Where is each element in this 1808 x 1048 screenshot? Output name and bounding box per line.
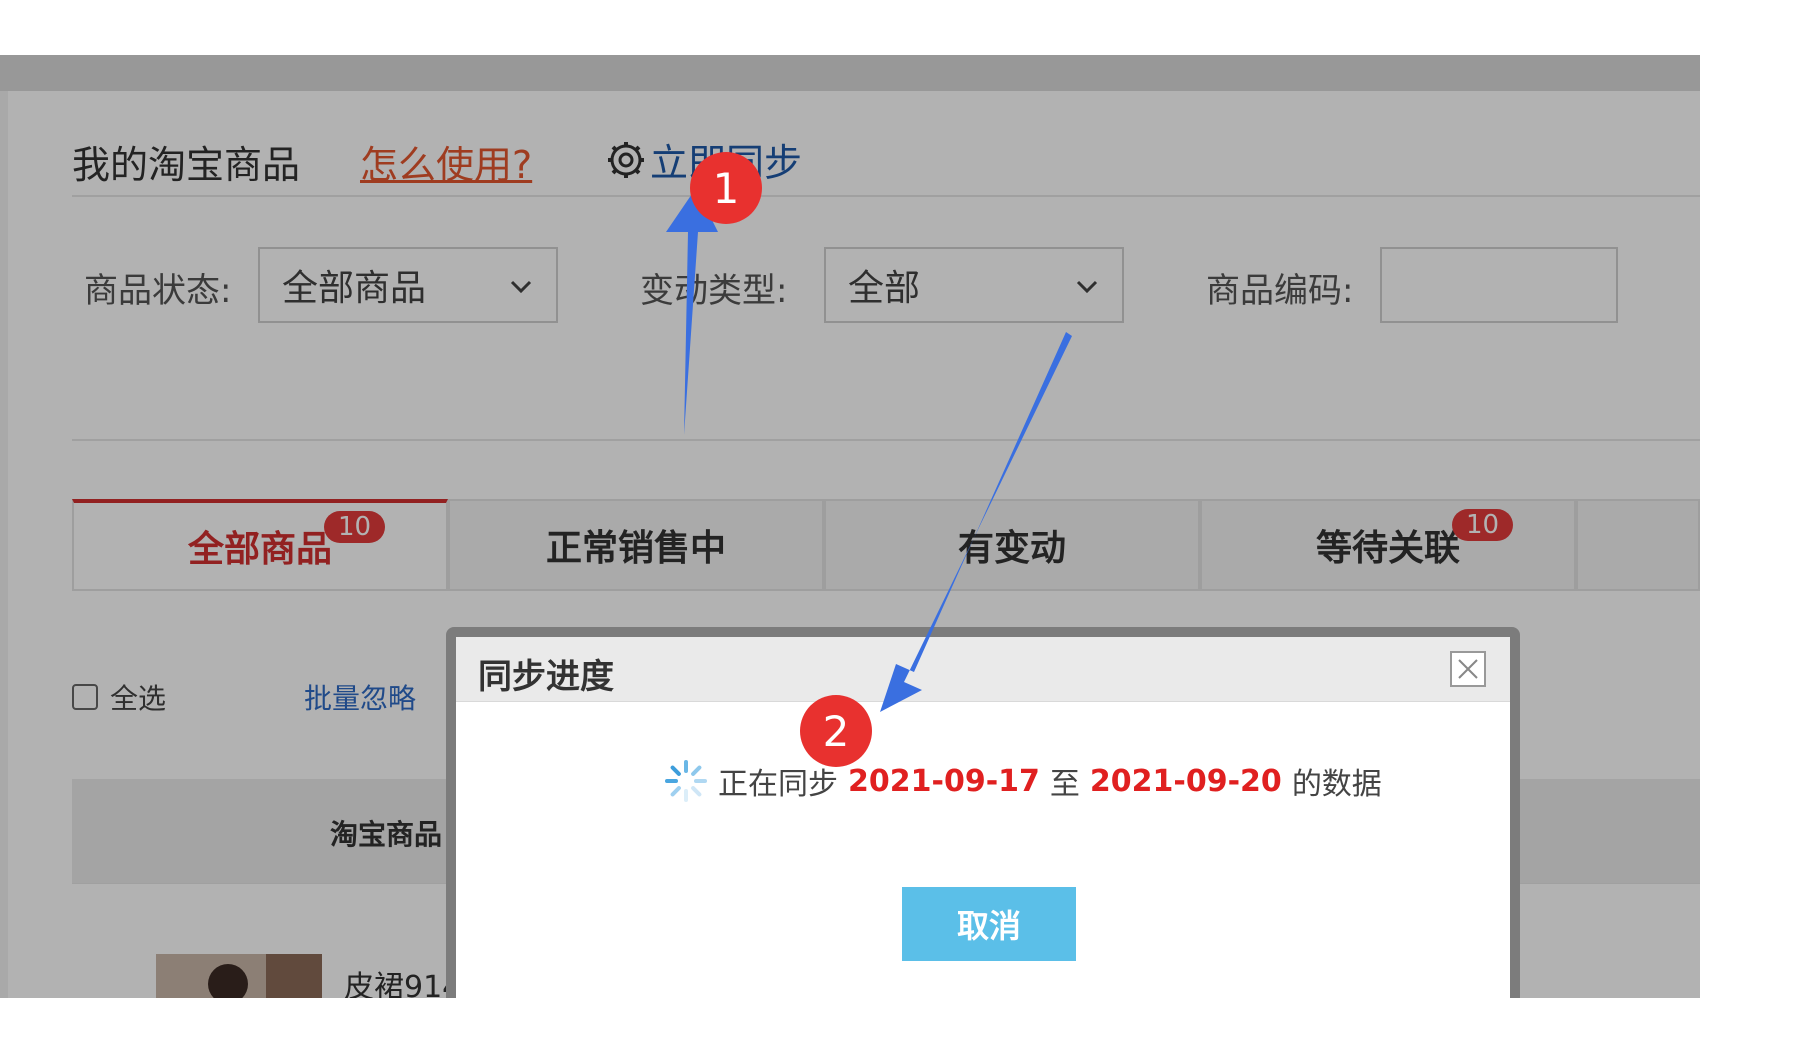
sync-prefix: 正在同步 xyxy=(718,767,838,802)
sync-connector: 至 xyxy=(1049,767,1080,802)
loading-spinner-icon xyxy=(665,760,707,802)
dialog-body: 同步进度 正在同步 2021-09-17 至 2021-09-20 的数据 取消 xyxy=(456,637,1510,998)
sync-start-date: 2021-09-17 xyxy=(848,763,1040,799)
sync-suffix: 的数据 xyxy=(1291,767,1382,802)
dialog-header: 同步进度 xyxy=(456,637,1510,702)
step-marker-2: 2 xyxy=(800,695,872,767)
cancel-button[interactable]: 取消 xyxy=(902,887,1076,961)
sync-progress-message: 正在同步 2021-09-17 至 2021-09-20 的数据 xyxy=(664,759,1382,803)
screenshot-frame: 我的淘宝商品 怎么使用? 立即同步 商品状态: 全部商品 变动类型: 全部 商品… xyxy=(0,55,1700,998)
sync-progress-dialog: 同步进度 正在同步 2021-09-17 至 2021-09-20 的数据 取消 xyxy=(446,627,1520,998)
close-button[interactable] xyxy=(1450,651,1486,687)
step-marker-1: 1 xyxy=(690,152,762,224)
close-icon xyxy=(1458,659,1478,679)
sync-end-date: 2021-09-20 xyxy=(1089,763,1282,799)
dialog-title: 同步进度 xyxy=(478,657,614,697)
